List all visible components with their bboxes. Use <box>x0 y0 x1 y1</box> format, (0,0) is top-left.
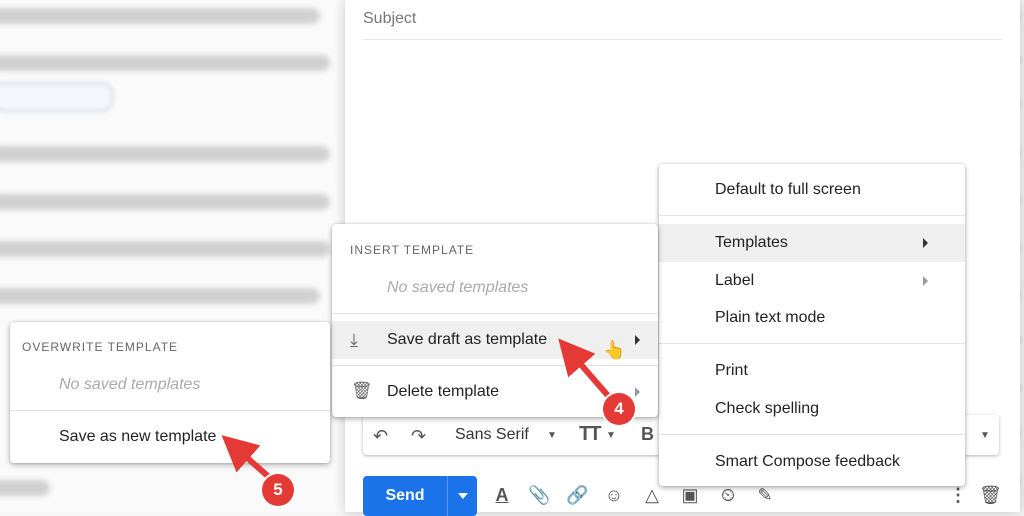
step-5-badge: 5 <box>262 474 294 506</box>
arrow-step-5 <box>221 435 273 481</box>
annotation-arrows <box>221 338 613 481</box>
step-4-badge: 4 <box>603 393 635 425</box>
arrow-step-4 <box>558 338 613 401</box>
